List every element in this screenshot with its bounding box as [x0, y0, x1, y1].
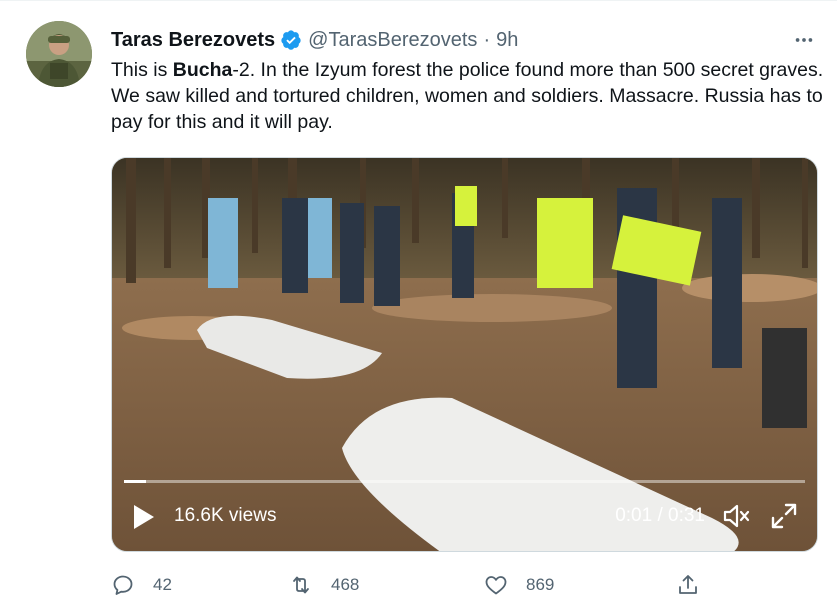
volume-icon[interactable] — [721, 501, 751, 531]
tweet-actions: 42 468 869 — [111, 569, 711, 601]
tweet-header: Taras Berezovets @TarasBerezovets · 9h — [111, 27, 817, 53]
video-views: 16.6K views — [174, 505, 277, 526]
retweet-count: 468 — [331, 575, 360, 594]
like-count: 869 — [526, 575, 555, 594]
reply-count: 42 — [153, 575, 172, 594]
more-icon[interactable] — [791, 27, 817, 53]
fullscreen-icon[interactable] — [769, 501, 799, 531]
tweet-text-bold: Bucha — [172, 59, 233, 81]
retweet-icon — [293, 576, 309, 594]
avatar-image — [26, 21, 92, 87]
video-time-readout: 0:01 / 0:31 — [615, 505, 705, 526]
separator-dot: · — [483, 28, 491, 51]
reply-icon — [113, 575, 133, 595]
avatar[interactable] — [26, 21, 92, 87]
tweet-time[interactable]: 9h — [496, 29, 518, 52]
video-player[interactable]: 16.6K views 0:01 / 0:31 — [111, 157, 818, 552]
video-controls: 16.6K views 0:01 / 0:31 — [112, 481, 817, 551]
share-icon — [679, 575, 697, 594]
heart-icon — [485, 576, 507, 595]
tweet-text-prefix: This is — [111, 59, 173, 81]
author-handle[interactable]: @TarasBerezovets — [308, 29, 477, 52]
verified-badge-icon — [281, 30, 301, 50]
tweet[interactable]: Taras Berezovets @TarasBerezovets · 9h T… — [0, 0, 837, 611]
author-name[interactable]: Taras Berezovets — [111, 29, 275, 52]
retweet-button[interactable]: 468 — [289, 569, 359, 601]
tweet-text: This is Bucha-2. In the Izyum forest the… — [111, 57, 831, 135]
reply-button[interactable]: 42 — [111, 569, 172, 601]
share-button[interactable] — [676, 569, 718, 601]
like-button[interactable]: 869 — [484, 569, 554, 601]
play-icon[interactable] — [132, 503, 156, 531]
